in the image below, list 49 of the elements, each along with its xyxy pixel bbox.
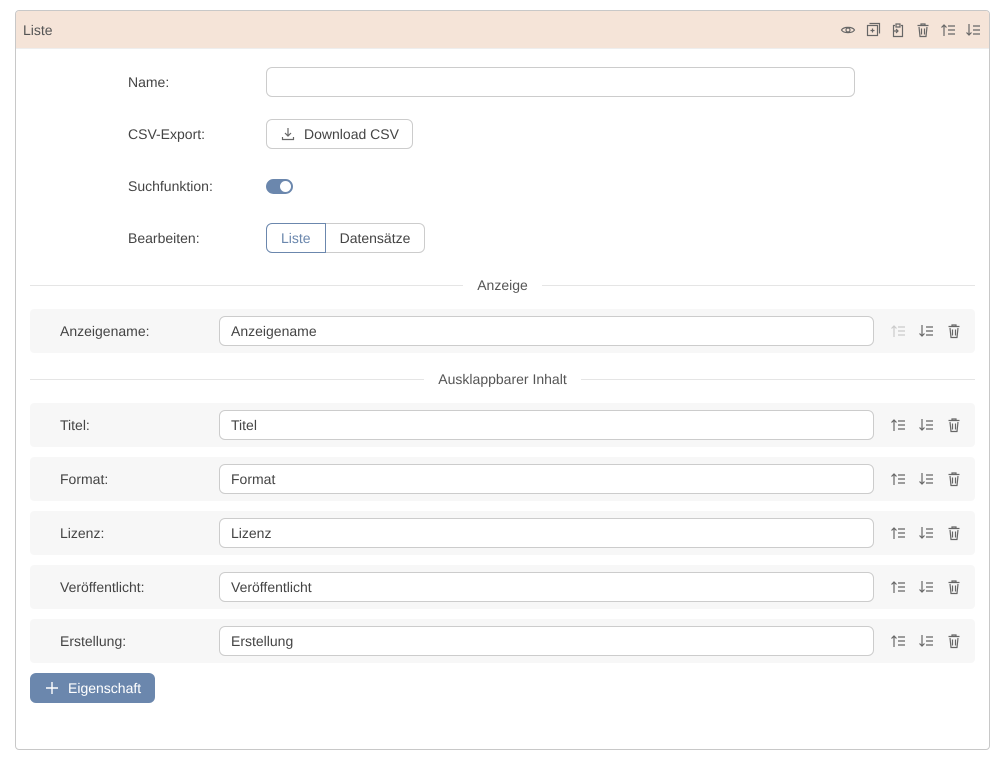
trash-icon[interactable] xyxy=(915,22,931,38)
segment-option[interactable]: Datensätze xyxy=(326,223,426,253)
move-up-icon[interactable] xyxy=(890,417,906,433)
move-down-icon[interactable] xyxy=(918,525,934,541)
add-property-button[interactable]: Eigenschaft xyxy=(30,673,156,703)
trash-icon[interactable] xyxy=(946,579,962,595)
move-down-icon[interactable] xyxy=(918,471,934,487)
property-label: Veröffentlicht: xyxy=(60,579,146,595)
panel-title: Liste xyxy=(23,22,54,38)
trash-icon[interactable] xyxy=(946,471,962,487)
field-label: Bearbeiten: xyxy=(128,230,201,246)
trash-icon[interactable] xyxy=(946,633,962,649)
property-field[interactable]: Format xyxy=(219,464,874,494)
download-button[interactable]: Download CSV xyxy=(266,119,413,149)
field-label: Name: xyxy=(128,74,170,90)
toggle-switch[interactable] xyxy=(266,178,293,194)
property-field[interactable]: Erstellung xyxy=(219,626,874,656)
move-down-icon[interactable] xyxy=(918,633,934,649)
property-label: Format: xyxy=(60,471,110,487)
property-label: Titel: xyxy=(60,417,91,433)
name-field[interactable] xyxy=(266,67,855,97)
move-down-icon[interactable] xyxy=(965,22,981,38)
segment-option[interactable]: Liste xyxy=(266,223,326,253)
section-title: Anzeige xyxy=(477,277,528,293)
field-label: Suchfunktion: xyxy=(128,178,214,194)
property-field[interactable]: Lizenz xyxy=(219,518,874,548)
property-label: Erstellung: xyxy=(60,633,128,649)
field-label: CSV-Export: xyxy=(128,126,206,142)
move-up-icon[interactable] xyxy=(890,633,906,649)
property-label: Lizenz: xyxy=(60,525,106,541)
move-down-icon[interactable] xyxy=(918,323,934,339)
plus-icon xyxy=(44,680,60,696)
section-title: Ausklappbarer Inhalt xyxy=(438,371,567,387)
move-up-icon[interactable] xyxy=(940,22,956,38)
property-field[interactable]: Veröffentlicht xyxy=(219,572,874,602)
paste-icon[interactable] xyxy=(890,22,906,38)
property-label: Anzeigename: xyxy=(60,323,151,339)
trash-icon[interactable] xyxy=(946,323,962,339)
add-icon[interactable] xyxy=(865,22,881,38)
trash-icon[interactable] xyxy=(946,525,962,541)
move-up-icon[interactable] xyxy=(890,525,906,541)
property-field[interactable]: Titel xyxy=(219,410,874,440)
move-down-icon[interactable] xyxy=(918,579,934,595)
download-icon xyxy=(280,126,296,142)
property-field[interactable]: Anzeigename xyxy=(219,316,874,346)
move-up-icon[interactable] xyxy=(890,471,906,487)
move-down-icon[interactable] xyxy=(918,417,934,433)
trash-icon[interactable] xyxy=(946,417,962,433)
move-up-icon[interactable] xyxy=(890,579,906,595)
